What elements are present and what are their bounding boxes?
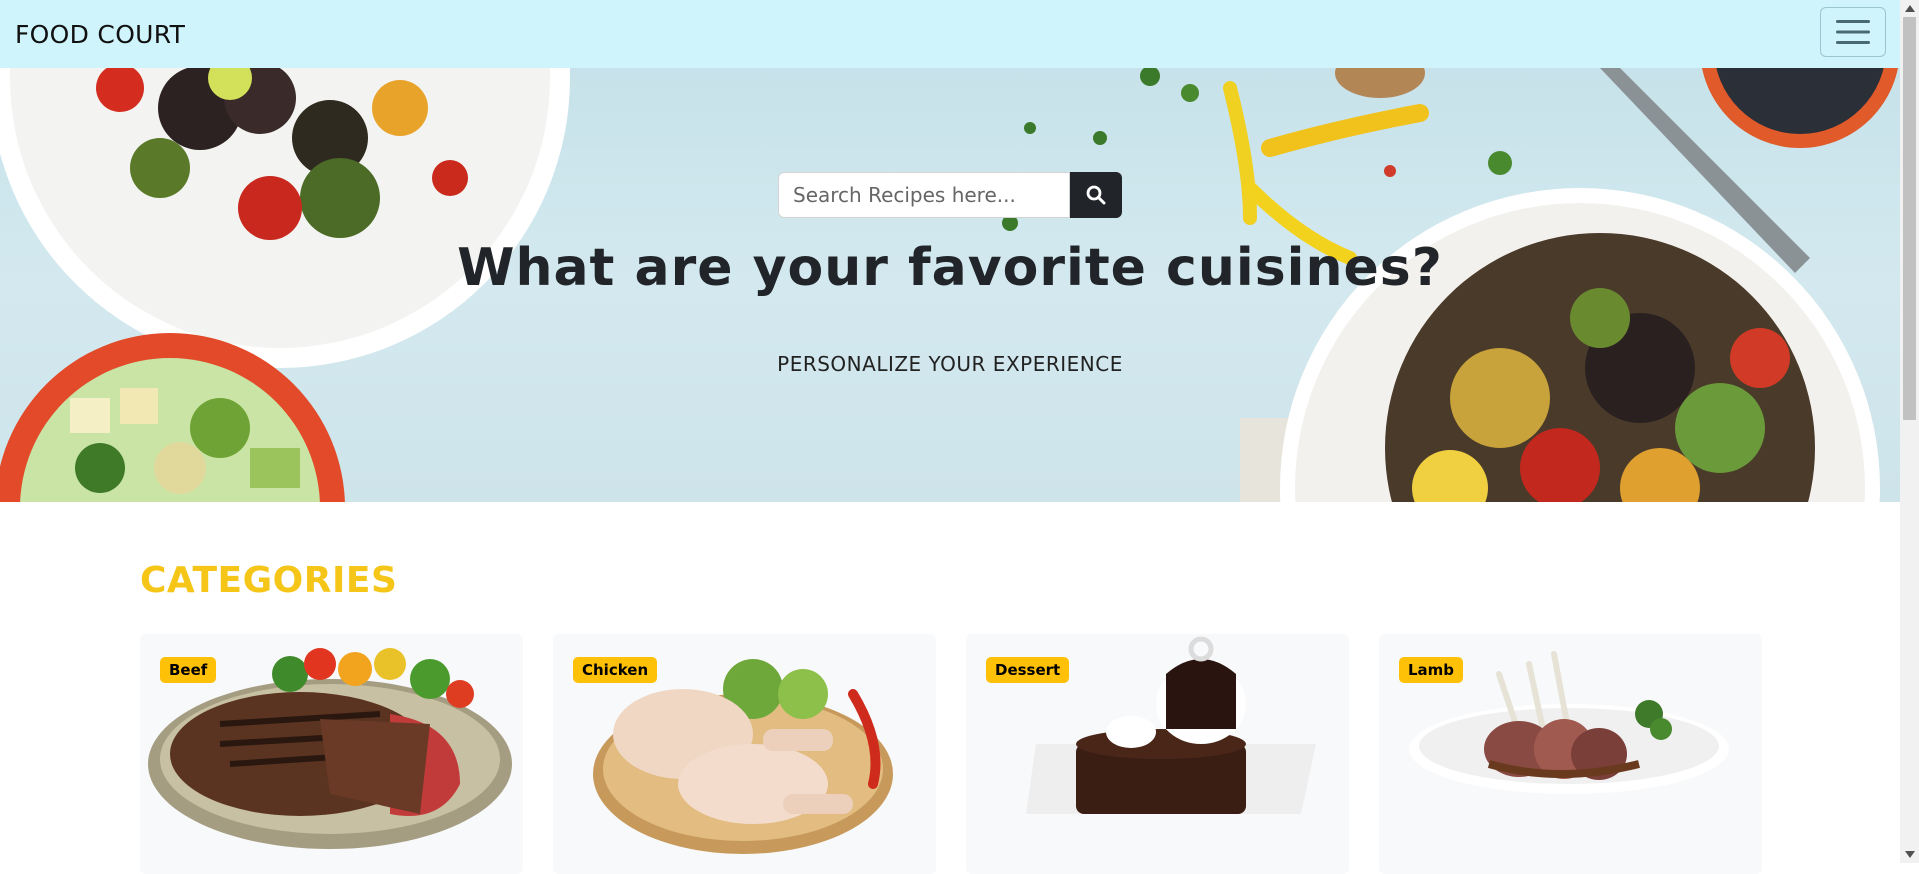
category-badge: Beef [160, 657, 217, 683]
category-card-chicken[interactable]: Chicken [553, 634, 936, 874]
hero-banner: What are your favorite cuisines? PERSONA… [0, 68, 1900, 502]
navbar: FOOD COURT [0, 0, 1900, 69]
scrollbar-thumb[interactable] [1903, 17, 1916, 420]
hero-title: What are your favorite cuisines? [457, 238, 1443, 298]
navbar-toggler-button[interactable] [1820, 7, 1886, 57]
scroll-up-arrow-icon[interactable] [1900, 0, 1919, 17]
brand-logo-text[interactable]: FOOD COURT [15, 20, 185, 49]
page-scrollbar[interactable] [1900, 0, 1919, 863]
category-badge: Dessert [986, 657, 1070, 683]
search-bar [778, 172, 1122, 218]
hamburger-menu-icon [1836, 20, 1870, 44]
search-icon [1086, 185, 1106, 205]
hero-subtitle: PERSONALIZE YOUR EXPERIENCE [777, 352, 1123, 376]
category-badge: Chicken [573, 657, 658, 683]
category-cards: Beef Chicken Dessert Lamb [140, 634, 1762, 874]
search-button[interactable] [1070, 172, 1122, 218]
scroll-down-arrow-icon[interactable] [1900, 846, 1919, 863]
category-card-beef[interactable]: Beef [140, 634, 523, 874]
category-badge: Lamb [1399, 657, 1464, 683]
categories-heading: CATEGORIES [140, 560, 398, 601]
search-input[interactable] [778, 172, 1070, 218]
category-card-dessert[interactable]: Dessert [966, 634, 1349, 874]
category-card-lamb[interactable]: Lamb [1379, 634, 1762, 874]
